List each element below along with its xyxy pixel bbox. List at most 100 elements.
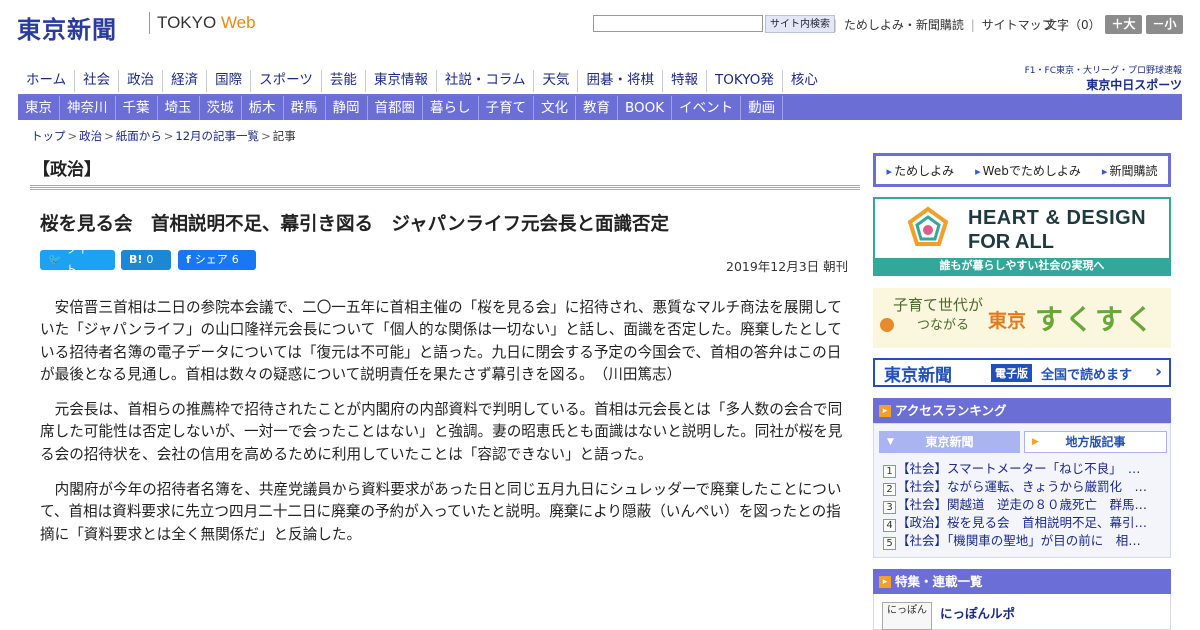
heart-design-footer: 誰もが暮らしやすい社会の実現へ <box>875 258 1169 274</box>
subnav-education[interactable]: 教育 <box>576 96 618 120</box>
feature-thumbnail[interactable]: にっぽん <box>882 602 932 630</box>
subnav-events[interactable]: イベント <box>672 96 742 120</box>
subnav-saitama[interactable]: 埼玉 <box>158 96 200 120</box>
search-button[interactable]: サイト内検索 <box>765 15 835 33</box>
subnav-parenting[interactable]: 子育て <box>479 96 534 120</box>
web-label: Web <box>220 13 256 32</box>
nav-editorial[interactable]: 社説・コラム <box>435 70 534 92</box>
font-larger-button[interactable]: ＋大 <box>1105 15 1142 34</box>
nav-weather[interactable]: 天気 <box>533 70 577 92</box>
subscription-links-box: ためしよみ Webでためしよみ 新聞購読 <box>873 153 1171 187</box>
breadcrumb: トップ > 政治 > 紙面から >12月の記事一覧 > 記事 <box>31 128 296 144</box>
nav-international[interactable]: 国際 <box>206 70 250 92</box>
tab-regional-articles[interactable]: 地方版記事 <box>1024 431 1167 453</box>
nav-entertainment[interactable]: 芸能 <box>320 70 365 92</box>
heart-design-banner[interactable]: HEART & DESIGN FOR ALL 誰もが暮らしやすい社会の実現へ <box>873 197 1171 276</box>
nav-tokyo-hatsu[interactable]: TOKYO発 <box>705 70 782 92</box>
article-paragraph: 安倍晋三首相は二日の参院本会議で、二〇一五年に首相主催の「桜を見る会」に招待され… <box>40 299 842 383</box>
link-subscribe[interactable]: 新聞購読 <box>1102 162 1157 179</box>
subnav-video[interactable]: 動画 <box>741 96 784 120</box>
link-tameshiyomi[interactable]: ためしよみ <box>887 162 954 179</box>
chevron-right-icon: › <box>1154 362 1162 382</box>
ranking-item[interactable]: 1 【社会】スマートメーター「ねじ不良」 … <box>883 460 1165 478</box>
section-rule <box>30 185 860 190</box>
tokyo-label: TOKYO <box>157 13 217 32</box>
hatena-bookmark-button[interactable]: B! 0 <box>121 250 171 270</box>
breadcrumb-current: 記事 <box>272 129 296 143</box>
breadcrumb-december-list[interactable]: 12月の記事一覧 <box>175 129 259 143</box>
subnav-gunma[interactable]: 群馬 <box>284 96 326 120</box>
font-smaller-button[interactable]: －小 <box>1146 15 1183 34</box>
tab-tokyo-shimbun[interactable]: 東京新聞 <box>879 431 1020 453</box>
breadcrumb-print[interactable]: 紙面から <box>116 129 162 143</box>
main-nav: ホーム 社会 政治 経済 国際 スポーツ 芸能 東京情報 社説・コラム 天気 囲… <box>18 70 826 92</box>
subnav-tokyo[interactable]: 東京 <box>18 96 60 120</box>
facebook-share-count: 6 <box>231 253 239 266</box>
article-paragraph: 元会長は、首相らの推薦枠で招待されたことが内閣府の内部資料で判明している。首相は… <box>40 401 843 463</box>
facebook-share-button[interactable]: f シェア 6 <box>178 250 256 270</box>
site-logo[interactable]: 東京新聞 <box>17 10 117 45</box>
nav-tokyo-info[interactable]: 東京情報 <box>364 70 436 92</box>
nav-kakushin[interactable]: 核心 <box>781 70 826 92</box>
subnav-kanagawa[interactable]: 神奈川 <box>60 96 116 120</box>
link-trial-subscribe[interactable]: ためしよみ・新聞購読 <box>841 18 967 32</box>
twitter-icon: 🐦 <box>48 253 62 266</box>
ranking-item-title: 【社会】スマートメーター「ねじ不良」 … <box>897 461 1141 476</box>
nav-society[interactable]: 社会 <box>74 70 118 92</box>
digital-edition-logo: 東京新聞 <box>884 366 952 386</box>
subscription-links: ためしよみ Webでためしよみ 新聞購読 <box>876 156 1168 184</box>
subnav-tochigi[interactable]: 栃木 <box>242 96 284 120</box>
nav-politics[interactable]: 政治 <box>118 70 162 92</box>
hatena-icon: B! <box>129 253 143 266</box>
ranking-panel: 東京新聞 地方版記事 1【社会】スマートメーター「ねじ不良」 … 2【社会】なが… <box>873 423 1171 558</box>
heart-design-title: HEART & DESIGN <box>968 207 1147 229</box>
ranking-item[interactable]: 2 【社会】ながら運転、きょうから厳罰化 … <box>883 478 1165 496</box>
sukusuku-line2: つながる <box>917 318 970 333</box>
breadcrumb-separator: > <box>163 129 174 143</box>
subnav-book[interactable]: BOOK <box>618 96 673 120</box>
article-headline: 桜を見る会 首相説明不足、幕引き図る ジャパンライフ元会長と面識否定 <box>40 214 670 235</box>
subnav-chiba[interactable]: 千葉 <box>116 96 158 120</box>
article-body: 安倍晋三首相は二日の参院本会議で、二〇一五年に首相主催の「桜を見る会」に招待され… <box>40 297 852 559</box>
sukusuku-banner[interactable]: 子育て世代が つながる 東京 すくすく <box>873 288 1171 348</box>
feature-title-link[interactable]: にっぽんルポ <box>940 603 1015 622</box>
tweet-button[interactable]: 🐦 ツイート <box>40 243 115 276</box>
breadcrumb-separator: > <box>261 129 271 143</box>
subnav-ibaraki[interactable]: 茨城 <box>200 96 242 120</box>
ranking-item-title: 【社会】ながら運転、きょうから厳罰化 … <box>897 479 1148 494</box>
chunichi-logo: 東京中日スポーツ <box>1086 78 1182 92</box>
link-web-tameshiyomi[interactable]: Webでためしよみ <box>975 162 1081 179</box>
ranking-item[interactable]: 5 【社会】「機関車の聖地」が目の前に 相… <box>883 532 1165 550</box>
tweet-label: ツイート <box>65 243 99 276</box>
nav-sports[interactable]: スポーツ <box>250 70 321 92</box>
sukusuku-name: すくすく <box>1035 303 1156 336</box>
ranking-item[interactable]: 4 【政治】桜を見る会 首相説明不足、幕引… <box>883 514 1165 532</box>
subnav-shizuoka[interactable]: 静岡 <box>326 96 368 120</box>
subnav-living[interactable]: 暮らし <box>423 96 479 120</box>
hatena-count: 0 <box>146 253 154 266</box>
chunichi-sports-link[interactable]: F1・FC東京・大リーグ・プロ野球速報 東京中日スポーツ <box>1022 63 1182 93</box>
rank-number: 2 <box>883 483 896 496</box>
breadcrumb-top[interactable]: トップ <box>31 129 66 143</box>
breadcrumb-politics[interactable]: 政治 <box>79 129 102 143</box>
ranking-header: アクセスランキング <box>873 398 1171 423</box>
digital-edition-banner[interactable]: 東京新聞 電子版 全国で読めます › <box>873 358 1171 387</box>
features-panel: にっぽん にっぽんルポ <box>873 594 1171 630</box>
ranking-list: 1 【社会】スマートメーター「ねじ不良」 … 2 【社会】ながら運転、きょうから厳罰… <box>883 460 1165 550</box>
nav-tokuho[interactable]: 特報 <box>661 70 706 92</box>
nav-economy[interactable]: 経済 <box>162 70 206 92</box>
subnav-culture[interactable]: 文化 <box>534 96 576 120</box>
sub-nav: 東京 神奈川 千葉 埼玉 茨城 栃木 群馬 静岡 首都圏 暮らし 子育て 文化 … <box>18 96 1182 120</box>
breadcrumb-separator: > <box>67 129 78 143</box>
digital-edition-text: 全国で読めます <box>1041 368 1133 383</box>
search-input[interactable] <box>593 15 763 32</box>
tokyo-web-logo[interactable]: TOKYO Web <box>157 13 256 33</box>
ranking-item-title: 【政治】桜を見る会 首相説明不足、幕引… <box>897 515 1148 530</box>
link-separator: | <box>970 18 975 32</box>
nav-go-shogi[interactable]: 囲碁・将棋 <box>577 70 662 92</box>
rank-number: 4 <box>883 519 896 532</box>
subnav-shutoken[interactable]: 首都圏 <box>368 96 423 120</box>
ranking-item[interactable]: 3 【社会】関越道 逆走の８０歳死亡 群馬… <box>883 496 1165 514</box>
rank-number: 5 <box>883 537 896 550</box>
nav-home[interactable]: ホーム <box>18 70 74 92</box>
